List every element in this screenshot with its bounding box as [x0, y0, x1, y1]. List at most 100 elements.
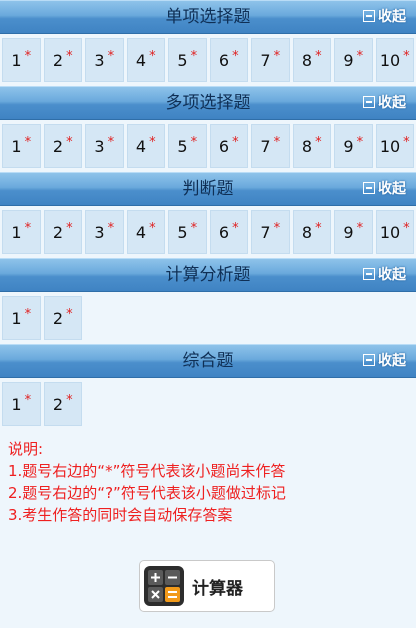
unanswered-mark: *	[315, 220, 322, 236]
question-item[interactable]: 1 *	[2, 382, 41, 426]
unanswered-mark: *	[403, 220, 410, 236]
collapse-label: 收起	[378, 353, 406, 369]
collapse-label: 收起	[378, 9, 406, 25]
question-item[interactable]: 2 *	[43, 124, 82, 168]
question-item[interactable]: 4 *	[126, 210, 165, 254]
unanswered-mark: *	[24, 306, 32, 322]
collapse-button[interactable]: 收起	[363, 87, 406, 120]
instruction-line-1: 1.题号右边的“*”符号代表该小题尚未作答	[8, 462, 286, 480]
question-number: 10	[379, 136, 401, 156]
question-item[interactable]: 10 *	[375, 210, 414, 254]
question-item[interactable]: 1 *	[2, 296, 41, 340]
question-item[interactable]: 9 *	[334, 38, 373, 82]
question-row: 1 * 2 *	[0, 378, 416, 430]
question-row: 1 * 2 * 3 * 4 * 5 * 6 * 7 * 8 * 9 * 10 *	[0, 206, 416, 258]
question-item[interactable]: 7 *	[251, 38, 290, 82]
question-item[interactable]: 4 *	[126, 124, 165, 168]
unanswered-mark: *	[190, 48, 198, 64]
question-item[interactable]: 2 *	[43, 210, 82, 254]
question-item[interactable]: 6 *	[209, 124, 248, 168]
question-number: 3	[94, 50, 105, 70]
unanswered-mark: *	[190, 134, 198, 150]
question-number: 6	[218, 50, 230, 70]
section-title: 计算分析题	[165, 265, 251, 285]
unanswered-mark: *	[107, 220, 115, 236]
question-number: 2	[52, 50, 64, 70]
question-number: 6	[218, 222, 230, 242]
question-number: 7	[260, 50, 271, 70]
question-navigator: 单项选择题 收起 1 * 2 * 3 * 4 * 5 * 6 * 7 * 8 * 9 * 10 * 多项选择题 收起 1 * 2 * 3…	[0, 0, 416, 430]
question-item[interactable]: 5 *	[168, 38, 207, 82]
question-item[interactable]: 7 *	[251, 124, 290, 168]
question-number: 8	[301, 136, 313, 156]
question-row: 1 * 2 * 3 * 4 * 5 * 6 * 7 * 8 * 9 * 10 *	[0, 120, 416, 172]
instruction-line-3: 3.考生作答的同时会自动保存答案	[8, 506, 233, 524]
section-header: 计算分析题 收起	[0, 258, 416, 292]
question-item[interactable]: 2 *	[43, 382, 82, 426]
unanswered-mark: *	[232, 134, 239, 150]
question-item[interactable]: 10 *	[375, 124, 414, 168]
unanswered-mark: *	[24, 134, 32, 150]
question-item[interactable]: 5 *	[168, 124, 207, 168]
collapse-button[interactable]: 收起	[363, 173, 406, 206]
question-item[interactable]: 9 *	[334, 124, 373, 168]
collapse-icon	[363, 96, 375, 108]
unanswered-mark: *	[356, 48, 364, 64]
question-number: 2	[52, 136, 64, 156]
question-number: 5	[177, 50, 188, 70]
question-number: 5	[177, 136, 188, 156]
section-title: 判断题	[182, 179, 234, 199]
unanswered-mark: *	[66, 134, 73, 150]
collapse-icon	[363, 182, 375, 194]
question-item[interactable]: 3 *	[85, 38, 124, 82]
instructions: 说明: 1.题号右边的“*”符号代表该小题尚未作答 2.题号右边的“?”符号代表…	[0, 430, 416, 526]
section-header: 综合题 收起	[0, 344, 416, 378]
question-item[interactable]: 2 *	[43, 38, 82, 82]
question-number: 7	[260, 222, 271, 242]
question-item[interactable]: 1 *	[2, 38, 41, 82]
question-number: 9	[343, 222, 354, 242]
question-number: 8	[301, 50, 313, 70]
question-item[interactable]: 7 *	[251, 210, 290, 254]
question-item[interactable]: 6 *	[209, 210, 248, 254]
question-number: 2	[52, 308, 64, 328]
question-item[interactable]: 2 *	[43, 296, 82, 340]
question-item[interactable]: 4 *	[126, 38, 165, 82]
unanswered-mark: *	[232, 48, 239, 64]
unanswered-mark: *	[273, 134, 281, 150]
question-item[interactable]: 8 *	[292, 38, 331, 82]
question-item[interactable]: 9 *	[334, 210, 373, 254]
question-item[interactable]: 1 *	[2, 124, 41, 168]
section-title: 多项选择题	[165, 93, 251, 113]
question-number: 10	[379, 50, 401, 70]
collapse-icon	[363, 268, 375, 280]
unanswered-mark: *	[107, 48, 115, 64]
collapse-button[interactable]: 收起	[363, 345, 406, 378]
unanswered-mark: *	[107, 134, 115, 150]
question-number: 1	[11, 222, 22, 242]
question-item[interactable]: 6 *	[209, 38, 248, 82]
question-item[interactable]: 10 *	[375, 38, 414, 82]
question-item[interactable]: 5 *	[168, 210, 207, 254]
question-number: 5	[177, 222, 188, 242]
question-item[interactable]: 8 *	[292, 210, 331, 254]
question-item[interactable]: 1 *	[2, 210, 41, 254]
question-item[interactable]: 3 *	[85, 124, 124, 168]
question-number: 2	[52, 394, 64, 414]
section-header: 判断题 收起	[0, 172, 416, 206]
unanswered-mark: *	[24, 220, 32, 236]
collapse-button[interactable]: 收起	[363, 259, 406, 292]
question-number: 4	[135, 136, 147, 156]
calculator-button[interactable]: 计算器	[139, 560, 275, 612]
instructions-heading: 说明:	[8, 440, 44, 458]
question-row: 1 * 2 * 3 * 4 * 5 * 6 * 7 * 8 * 9 * 10 *	[0, 34, 416, 86]
unanswered-mark: *	[66, 392, 73, 408]
unanswered-mark: *	[149, 134, 156, 150]
question-number: 3	[94, 136, 105, 156]
question-item[interactable]: 3 *	[85, 210, 124, 254]
collapse-icon	[363, 10, 375, 22]
collapse-label: 收起	[378, 267, 406, 283]
question-item[interactable]: 8 *	[292, 124, 331, 168]
unanswered-mark: *	[24, 48, 32, 64]
collapse-button[interactable]: 收起	[363, 1, 406, 34]
